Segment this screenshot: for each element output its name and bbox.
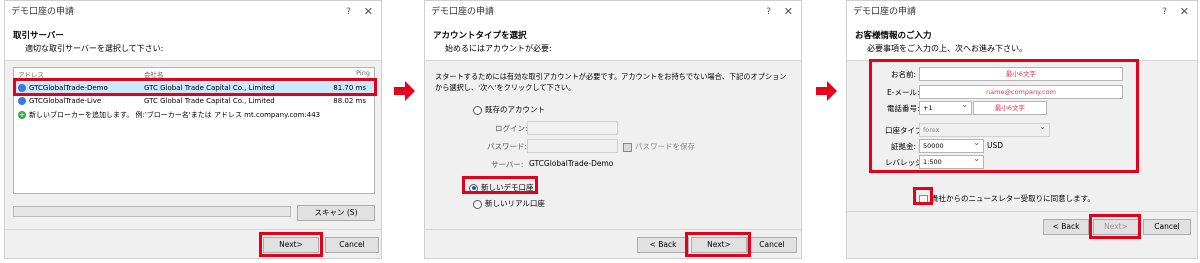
- footer-divider: [5, 229, 381, 230]
- newsletter-label: 貴社からのニュースレター受取りに同意します。: [931, 194, 1095, 203]
- highlight-next: [259, 232, 323, 257]
- login-label: ログイン:: [495, 124, 528, 133]
- highlight-next: [1089, 214, 1141, 239]
- scan-button[interactable]: スキャン (S): [297, 205, 375, 221]
- add-broker-text: 新しいブローカーを追加します。 例:'ブローカー名'または アドレス mt.co…: [29, 111, 321, 119]
- arrow-right-icon: [816, 81, 837, 101]
- radio-new-real[interactable]: [473, 199, 482, 209]
- column-ping[interactable]: Ping: [356, 69, 370, 77]
- close-icon[interactable]: ✕: [784, 1, 793, 23]
- window-title: デモ口座の申請: [853, 7, 917, 17]
- title-bar: デモ口座の申請 ? ✕: [425, 1, 801, 23]
- table-row[interactable]: GTCGlobalTrade-Live GTC Global Trade Cap…: [14, 95, 374, 107]
- help-icon[interactable]: ?: [346, 1, 351, 23]
- wizard-header: 取引サーバー 適切な取引サーバーを選択して下さい:: [5, 23, 381, 61]
- highlight-new-demo: [462, 176, 538, 194]
- login-field[interactable]: [527, 121, 618, 135]
- password-label: パスワード:: [487, 142, 528, 151]
- new-real-option[interactable]: 新しいリアル口座: [473, 198, 545, 209]
- footer-divider: [425, 229, 801, 230]
- help-icon[interactable]: ?: [766, 1, 771, 23]
- dialog-customer-info: デモ口座の申請 ? ✕ お客様情報のご入力 必要事項をご入力の上、次へお進み下さ…: [846, 0, 1198, 259]
- title-bar: デモ口座の申請 ? ✕: [847, 1, 1197, 23]
- window-title: デモ口座の申請: [11, 7, 75, 17]
- highlight-demo-server: [13, 78, 377, 96]
- arrow-shape: [394, 81, 415, 101]
- arrow-shape: [816, 81, 837, 101]
- header-title: 取引サーバー: [13, 31, 64, 41]
- header-title: お客様情報のご入力: [855, 31, 932, 41]
- footer-divider: [847, 211, 1197, 212]
- wizard-header: お客様情報のご入力 必要事項をご入力の上、次へお進み下さい。: [847, 23, 1197, 61]
- cancel-button[interactable]: Cancel: [1143, 219, 1191, 235]
- wizard-header: アカウントタイプを選択 始めるにはアカウントが必要:: [425, 23, 801, 61]
- dialog-account-type: デモ口座の申請 ? ✕ アカウントタイプを選択 始めるにはアカウントが必要: ス…: [424, 0, 802, 259]
- close-icon[interactable]: ✕: [364, 1, 373, 23]
- radio-existing[interactable]: [473, 105, 482, 115]
- server-label: サーバー:: [491, 160, 524, 169]
- list-item[interactable]: + 新しいブローカーを追加します。 例:'ブローカー名'または アドレス mt.…: [14, 109, 374, 121]
- highlight-newsletter: [913, 187, 933, 205]
- row-ping: 88.02 ms: [333, 97, 366, 105]
- row-address: GTCGlobalTrade-Live: [29, 97, 102, 105]
- intro-text: スタートするためには有効な取引アカウントが必要です。アカウントをお持ちでない場合…: [435, 72, 787, 92]
- progress-bar: [13, 206, 291, 217]
- password-field[interactable]: [527, 139, 618, 153]
- existing-account-option[interactable]: 既存のアカウント: [473, 104, 545, 115]
- new-real-label: 新しいリアル口座: [485, 199, 545, 208]
- header-title: アカウントタイプを選択: [433, 31, 527, 41]
- dialog-trade-server: デモ口座の申請 ? ✕ 取引サーバー 適切な取引サーバーを選択して下さい: アド…: [4, 0, 382, 259]
- newsletter-option[interactable]: 貴社からのニュースレター受取りに同意します。: [919, 193, 1095, 204]
- header-subtitle: 必要事項をご入力の上、次へお進み下さい。: [867, 44, 1027, 53]
- cancel-button[interactable]: Cancel: [325, 237, 379, 253]
- header-subtitle: 始めるにはアカウントが必要:: [445, 44, 552, 53]
- arrow-right-icon: [394, 81, 415, 101]
- add-icon: +: [18, 111, 26, 119]
- back-button[interactable]: < Back: [1043, 219, 1089, 235]
- server-value: GTCGlobalTrade-Demo: [529, 159, 614, 168]
- help-icon[interactable]: ?: [1162, 1, 1167, 23]
- existing-account-label: 既存のアカウント: [485, 105, 545, 114]
- cancel-button[interactable]: Cancel: [747, 237, 797, 253]
- window-title: デモ口座の申請: [431, 7, 495, 17]
- close-icon[interactable]: ✕: [1180, 1, 1189, 23]
- save-password-checkbox[interactable]: [623, 142, 632, 152]
- row-company: GTC Global Trade Capital Co., Limited: [144, 97, 275, 105]
- title-bar: デモ口座の申請 ? ✕: [5, 1, 381, 23]
- save-password-option[interactable]: パスワードを保存: [623, 141, 695, 152]
- highlight-next: [685, 232, 751, 257]
- highlight-form: [869, 59, 1139, 173]
- save-password-label: パスワードを保存: [635, 142, 695, 151]
- globe-icon: [18, 97, 26, 105]
- header-subtitle: 適切な取引サーバーを選択して下さい:: [25, 44, 164, 53]
- back-button[interactable]: < Back: [637, 237, 689, 253]
